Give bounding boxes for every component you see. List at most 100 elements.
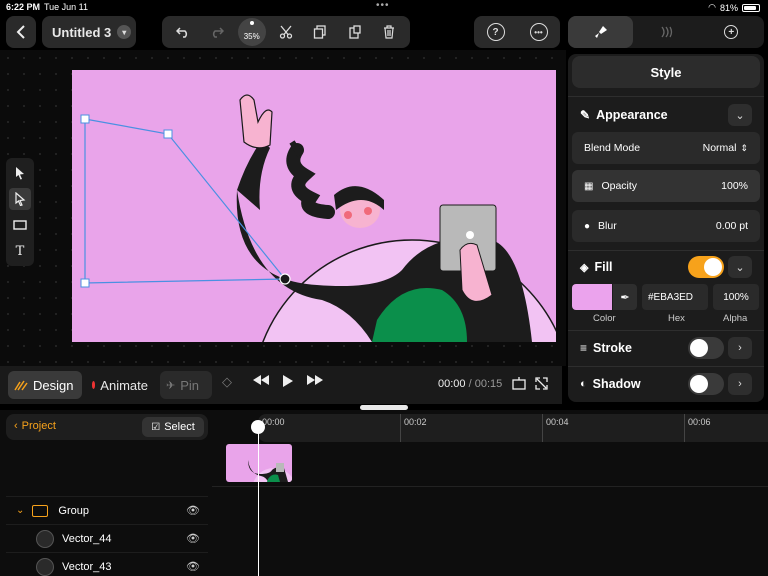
fast-forward-icon	[307, 375, 323, 385]
fill-toggle[interactable]	[688, 256, 724, 278]
braid-shape	[286, 143, 335, 219]
project-label: Project	[21, 420, 56, 432]
artboard[interactable]	[72, 70, 556, 342]
lines-icon: ≡	[580, 341, 588, 355]
visibility-eye-icon[interactable]: 👁	[186, 560, 200, 573]
shadow-label: Shadow	[592, 377, 641, 391]
fill-collapse-button[interactable]: ⌄	[728, 256, 752, 278]
undo-button[interactable]	[169, 18, 197, 46]
vector-thumbnail-icon	[36, 529, 54, 548]
layers-panel: ‹ Project ☑ Select ⌄ Group 👁 Vector_44 👁…	[6, 414, 208, 576]
timeline[interactable]: 00:00 00:02 00:04 00:06	[212, 414, 768, 576]
play-button[interactable]	[282, 374, 294, 391]
delete-button[interactable]	[375, 18, 403, 46]
document-title-button[interactable]: Untitled 3 ▾	[42, 16, 136, 48]
layer-row-vector[interactable]: Vector_44 👁	[6, 524, 208, 552]
brush-icon: ✎	[580, 108, 591, 122]
layer-row-vector[interactable]: Vector_43 👁	[6, 552, 208, 576]
direct-select-tool[interactable]	[9, 188, 31, 210]
fast-forward-button[interactable]	[306, 374, 324, 389]
eyedropper-button[interactable]: ✒	[613, 284, 637, 310]
paste-icon	[348, 25, 361, 39]
trash-icon	[383, 25, 394, 39]
track-separator	[212, 486, 768, 487]
blend-mode-label: Blend Mode	[584, 142, 641, 154]
design-pen-icon	[14, 380, 28, 391]
up-down-chevron-icon: ⇕	[740, 142, 748, 153]
text-t-icon: T	[15, 243, 25, 259]
blend-mode-value: Normal	[702, 142, 737, 154]
rewind-button[interactable]	[252, 374, 270, 389]
path-anchor[interactable]	[163, 129, 173, 139]
multitasking-dots-icon[interactable]: •••	[376, 0, 390, 11]
hex-field[interactable]: #EBA3ED	[642, 284, 708, 310]
shadow-toggle[interactable]	[688, 373, 724, 395]
cut-button[interactable]	[272, 18, 300, 46]
stroke-toggle[interactable]	[688, 337, 724, 359]
question-icon: ?	[492, 26, 499, 38]
redo-button[interactable]	[203, 18, 231, 46]
status-bar: 6:22 PM Tue Jun 11 ••• ◠ 81%	[0, 0, 768, 14]
time-readout: 00:00 / 00:15	[438, 378, 502, 390]
time-ruler[interactable]: 00:00 00:02 00:04 00:06	[258, 414, 768, 442]
opacity-row[interactable]: ▦ Opacity 100%	[572, 170, 760, 202]
tick-label: 00:04	[546, 417, 569, 427]
animate-mode-button[interactable]: Animate	[86, 371, 154, 399]
tab-animation[interactable]	[633, 16, 698, 48]
playhead-handle[interactable]	[251, 420, 265, 434]
chevron-down-icon: ⌄	[735, 261, 745, 274]
blend-mode-row[interactable]: Blend Mode Normal ⇕	[572, 132, 760, 164]
blur-row[interactable]: ● Blur 0.00 pt	[572, 210, 760, 242]
select-button[interactable]: ☑ Select	[142, 417, 204, 437]
back-button[interactable]	[6, 16, 36, 48]
visibility-eye-icon[interactable]: 👁	[186, 532, 200, 545]
blur-label: Blur	[598, 220, 617, 232]
appearance-collapse-button[interactable]: ⌄	[728, 104, 752, 126]
divider	[568, 250, 764, 251]
direct-selection-icon	[15, 192, 26, 206]
layer-name: Group	[58, 504, 89, 517]
project-back-link[interactable]: ‹ Project	[14, 420, 56, 432]
brush-icon	[594, 26, 607, 38]
alpha-field[interactable]: 100%	[713, 284, 759, 310]
timeline-clip[interactable]	[226, 444, 292, 482]
select-tool[interactable]	[9, 162, 31, 184]
layer-row-group[interactable]: ⌄ Group 👁	[6, 496, 208, 524]
expand-icon	[535, 377, 548, 390]
droplet-icon: ●	[584, 220, 591, 232]
fill-color-swatch[interactable]	[572, 284, 612, 310]
stroke-expand-button[interactable]: ›	[728, 337, 752, 359]
undo-icon	[176, 27, 188, 38]
help-button[interactable]: ?	[486, 23, 505, 41]
paste-button[interactable]	[341, 18, 369, 46]
hex-value: #EBA3ED	[648, 291, 694, 303]
shadow-expand-button[interactable]: ›	[728, 373, 752, 395]
fullscreen-button[interactable]	[535, 377, 548, 393]
path-anchor[interactable]	[80, 114, 90, 124]
checkerboard-icon: ▦	[584, 180, 594, 192]
rectangle-tool[interactable]	[9, 214, 31, 236]
pin-button[interactable]: ✈ Pin	[160, 371, 212, 399]
zoom-level-button[interactable]: 35%	[237, 18, 266, 46]
help-more-group: ? •••	[474, 16, 560, 48]
more-button[interactable]: •••	[529, 23, 548, 41]
appearance-label: Appearance	[596, 108, 668, 122]
folder-icon	[32, 504, 49, 517]
cheek-shape	[364, 207, 372, 215]
text-tool[interactable]: T	[9, 240, 31, 262]
keyframe-button[interactable]: ◇	[222, 374, 232, 390]
copy-button[interactable]	[306, 18, 334, 46]
tab-style[interactable]	[568, 16, 634, 48]
tick-label: 00:00	[262, 417, 285, 427]
visibility-eye-icon[interactable]: 👁	[186, 504, 200, 517]
duration-button[interactable]	[512, 377, 526, 393]
alpha-label: Alpha	[723, 313, 748, 324]
design-mode-button[interactable]: Design	[8, 371, 82, 399]
disclosure-chevron-icon[interactable]: ⌄	[16, 505, 24, 516]
path-anchor-selected[interactable]	[279, 273, 291, 285]
top-toolbar: Untitled 3 ▾ 35% ? •••	[0, 14, 566, 52]
divider	[568, 330, 764, 331]
path-anchor[interactable]	[80, 278, 90, 288]
tab-add[interactable]: +	[699, 16, 764, 48]
panel-resize-handle[interactable]	[360, 405, 408, 410]
